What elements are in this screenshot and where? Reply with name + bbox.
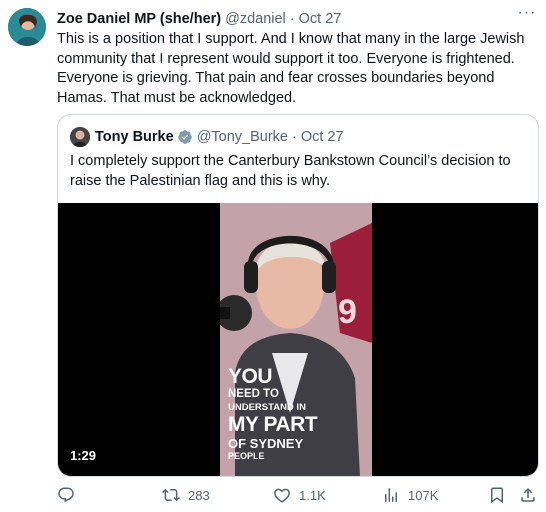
caption-line-4: MY PART (228, 413, 318, 436)
verified-badge-icon (177, 130, 192, 144)
separator-dot: · (289, 11, 295, 27)
svg-text:9: 9 (338, 293, 357, 331)
reply-icon (58, 487, 74, 503)
views-count: 107K (408, 487, 439, 503)
share-icon (521, 487, 535, 502)
tweet-text: This is a position that I support. And I… (57, 31, 525, 106)
share-button[interactable] (519, 486, 545, 504)
video-frame: 9 YOU NEED TO UNDERSTAND IN MY PART OF S… (220, 203, 372, 476)
quote-author-name[interactable]: Tony Burke (95, 129, 174, 145)
quoted-tweet[interactable]: Tony Burke @Tony_Burke · Oct 27 I comple… (57, 114, 539, 477)
views-button[interactable]: 107K (382, 486, 438, 504)
caption-line-3: UNDERSTAND IN (228, 401, 306, 413)
reply-button[interactable] (57, 486, 83, 504)
tweet-date[interactable]: Oct 27 (299, 11, 342, 27)
caption-line-2: NEED TO (228, 388, 279, 400)
retweet-count: 283 (188, 487, 210, 503)
video-duration: 1:29 (70, 448, 97, 463)
author-avatar[interactable] (8, 8, 46, 46)
author-name[interactable]: Zoe Daniel MP (she/her) (57, 11, 221, 27)
quote-author-avatar[interactable] (70, 127, 90, 147)
tweet-card[interactable]: Zoe Daniel MP (she/her) @zdaniel · Oct 2… (0, 0, 546, 512)
caption-line-1: YOU (228, 365, 273, 388)
action-bar: 283 1.1K 107K (57, 484, 537, 506)
caption-line-6: PEOPLE (228, 451, 265, 461)
video-caption: YOU NEED TO UNDERSTAND IN MY PART OF SYD… (228, 365, 318, 461)
video-player[interactable]: 9 YOU NEED TO UNDERSTAND IN MY PART OF S… (58, 203, 538, 476)
quote-separator-dot: · (292, 129, 297, 145)
heart-icon (274, 488, 290, 503)
tweet-header: Zoe Daniel MP (she/her) @zdaniel · Oct 2… (57, 9, 536, 29)
quote-date[interactable]: Oct 27 (301, 129, 344, 145)
retweet-icon (162, 488, 180, 502)
retweet-button[interactable]: 283 (162, 486, 210, 504)
quote-author-handle[interactable]: @Tony_Burke (197, 129, 288, 145)
quote-header: Tony Burke @Tony_Burke · Oct 27 (70, 127, 344, 147)
like-count: 1.1K (299, 487, 326, 503)
author-handle[interactable]: @zdaniel (225, 11, 286, 27)
views-chart-icon (385, 488, 397, 502)
quote-text: I completely support the Canterbury Bank… (70, 153, 511, 189)
bookmark-button[interactable] (488, 486, 514, 504)
more-options-icon[interactable]: ··· (516, 5, 538, 26)
like-button[interactable]: 1.1K (273, 486, 326, 504)
bookmark-icon (491, 487, 503, 504)
caption-line-5: OF SYDNEY (228, 436, 304, 451)
